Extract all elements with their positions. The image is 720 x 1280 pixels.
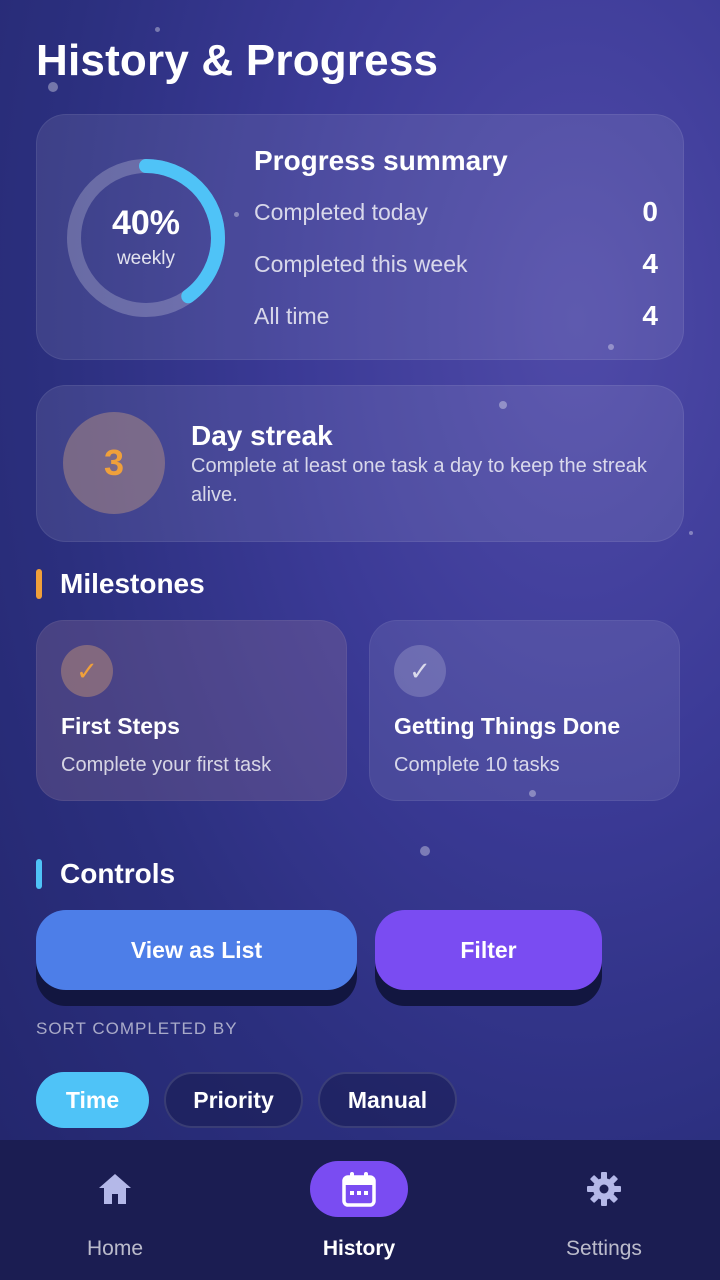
section-title: Controls <box>60 858 176 889</box>
weekly-percent: 40% <box>111 204 181 242</box>
section-accent-bar <box>36 859 42 889</box>
stat-row-today: Completed today 0 <box>254 196 658 228</box>
stat-label: Completed today <box>254 198 428 225</box>
nav-label: Home <box>86 1237 144 1260</box>
milestone-title: Getting Things Done <box>394 713 621 739</box>
gear-icon <box>587 1172 621 1206</box>
check-icon: ✓ <box>394 645 446 697</box>
stat-label: Completed this week <box>254 250 468 277</box>
stat-label: All time <box>254 302 330 329</box>
home-icon <box>99 1174 131 1204</box>
streak-description: Complete at least one task a day to keep… <box>191 455 647 506</box>
milestone-description: Complete 10 tasks <box>394 754 560 776</box>
progress-summary-card: 40% weekly Progress summary Completed to… <box>36 114 684 360</box>
section-title: Milestones <box>60 568 205 599</box>
nav-item-home[interactable]: Home <box>0 1140 235 1280</box>
nav-icon-wrap <box>310 1161 408 1217</box>
page-title: History & Progress <box>36 36 439 85</box>
streak-title: Day streak <box>191 420 333 451</box>
weekly-caption: weekly <box>116 248 176 269</box>
sort-chip-manual[interactable]: Manual <box>318 1072 457 1128</box>
sort-chip-time[interactable]: Time <box>36 1072 149 1128</box>
view-as-list-button[interactable]: View as List <box>36 910 357 990</box>
nav-item-history[interactable]: History <box>239 1140 479 1280</box>
filter-button[interactable]: Filter <box>375 910 602 990</box>
milestone-description: Complete your first task <box>61 754 272 776</box>
nav-label: History <box>322 1237 396 1260</box>
nav-item-settings[interactable]: Settings <box>484 1140 720 1280</box>
nav-icon-wrap <box>66 1161 164 1217</box>
milestones-header: Milestones <box>36 568 205 600</box>
streak-count-badge: 3 <box>63 412 165 514</box>
milestone-title: First Steps <box>61 713 180 739</box>
ring-label: 40% weekly <box>63 155 229 321</box>
stat-row-week: Completed this week 4 <box>254 248 658 280</box>
milestone-getting-things-done[interactable]: ✓ Getting Things Done Complete 10 tasks <box>369 620 680 801</box>
sort-label: SORT COMPLETED BY <box>36 1019 238 1038</box>
stat-value: 4 <box>642 300 658 331</box>
check-icon: ✓ <box>61 645 113 697</box>
section-accent-bar <box>36 569 42 599</box>
sort-chip-priority[interactable]: Priority <box>164 1072 303 1128</box>
stat-value: 0 <box>642 196 658 227</box>
stat-row-all-time: All time 4 <box>254 300 658 332</box>
nav-icon-wrap <box>555 1161 653 1217</box>
day-streak-card: 3 Day streak Complete at least one task … <box>36 385 684 542</box>
bottom-nav: Home History Settings <box>0 1140 720 1280</box>
controls-header: Controls <box>36 858 175 890</box>
calendar-icon <box>342 1172 376 1207</box>
milestone-first-steps[interactable]: ✓ First Steps Complete your first task <box>36 620 347 801</box>
summary-title: Progress summary <box>254 145 508 176</box>
nav-label: Settings <box>566 1237 642 1260</box>
stat-value: 4 <box>642 248 658 279</box>
